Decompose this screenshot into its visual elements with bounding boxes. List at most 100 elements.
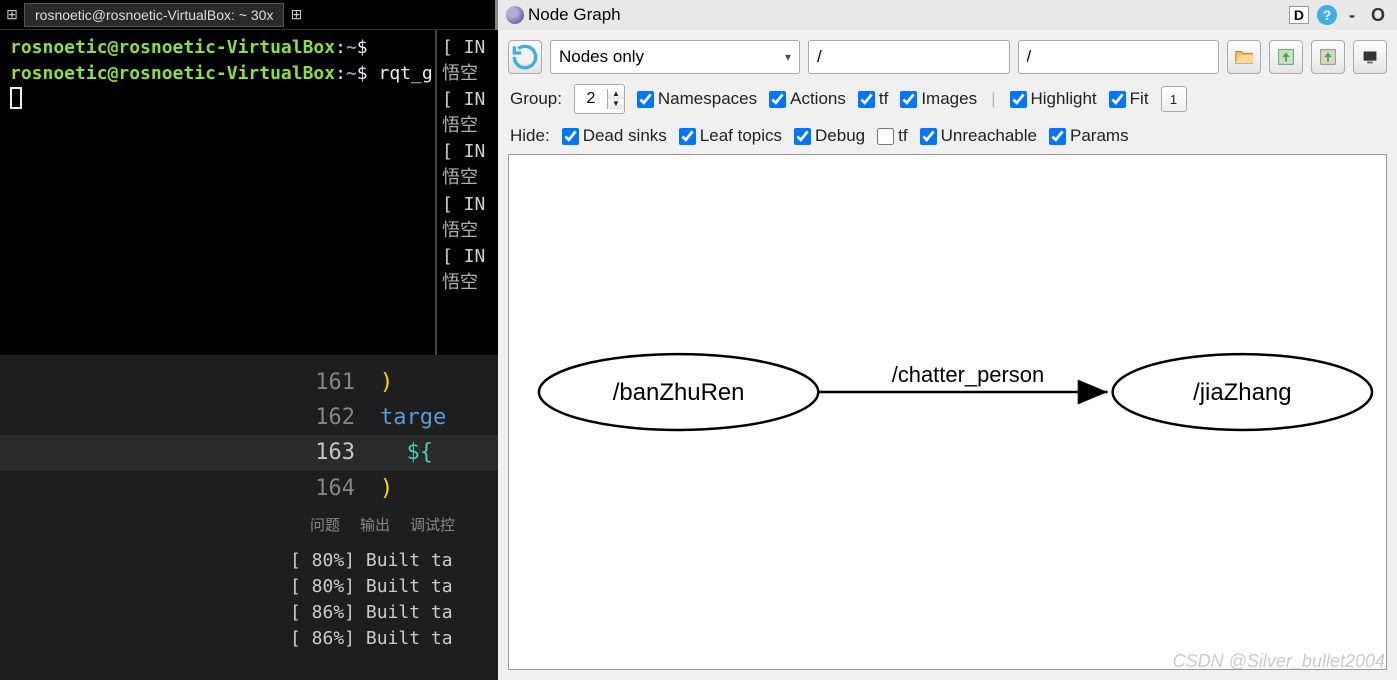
- titlebar[interactable]: Node Graph D ? - O: [498, 0, 1397, 30]
- checkbox-label: Params: [1070, 126, 1129, 146]
- checkbox[interactable]: [900, 91, 917, 108]
- build-line: [ 86%] Built ta: [290, 600, 498, 626]
- log-line: 悟空: [442, 270, 498, 296]
- deadsinks-checkbox[interactable]: Dead sinks: [562, 126, 667, 146]
- minimize-button[interactable]: -: [1345, 5, 1359, 26]
- filter-row-1: Group: ▲ ▼ Namespaces Actions tf Images …: [498, 80, 1397, 122]
- code-token: ${: [380, 435, 433, 470]
- prompt-colon: :: [335, 63, 346, 84]
- node-graph-window: Node Graph D ? - O Nodes only Gro: [498, 0, 1397, 680]
- prompt-user: rosnoetic@rosnoetic-VirtualBox: [10, 37, 335, 58]
- checkbox[interactable]: [1049, 128, 1066, 145]
- group-spinner[interactable]: ▲ ▼: [574, 84, 625, 114]
- split-right-icon[interactable]: ⊞: [284, 3, 308, 27]
- checkbox-label: Namespaces: [658, 89, 757, 109]
- prompt-colon: :: [335, 37, 346, 58]
- checkbox[interactable]: [679, 128, 696, 145]
- build-line: [ 86%] Built ta: [290, 626, 498, 652]
- monitor-icon: [1359, 46, 1381, 68]
- terminal-cursor: [10, 87, 22, 109]
- spinner-down[interactable]: ▼: [608, 99, 624, 109]
- filter-input-1[interactable]: [808, 40, 1010, 74]
- dock-button[interactable]: D: [1289, 6, 1309, 24]
- checkbox-label: Images: [921, 89, 977, 109]
- params-checkbox[interactable]: Params: [1049, 126, 1129, 146]
- editor-line[interactable]: 164 ): [0, 471, 498, 506]
- group-value[interactable]: [575, 86, 607, 112]
- checkbox[interactable]: [877, 128, 894, 145]
- checkbox[interactable]: [562, 128, 579, 145]
- actions-checkbox[interactable]: Actions: [769, 89, 846, 109]
- checkbox[interactable]: [1109, 91, 1126, 108]
- select-value: Nodes only: [559, 47, 644, 67]
- tf-checkbox[interactable]: tf: [858, 89, 888, 109]
- terminal-pane[interactable]: ⊞ rosnoetic@rosnoetic-VirtualBox: ~ 30x …: [0, 0, 498, 355]
- build-output[interactable]: [ 80%] Built ta [ 80%] Built ta [ 86%] B…: [0, 543, 498, 652]
- spinner-buttons: ▲ ▼: [607, 89, 624, 110]
- refresh-icon: [509, 41, 541, 73]
- line-number: 161: [0, 365, 380, 400]
- prompt-dollar: $: [357, 37, 368, 58]
- code-token: ): [380, 365, 393, 400]
- graph-canvas[interactable]: /banZhuRen /jiaZhang /chatter_person: [508, 154, 1387, 670]
- hide-tf-checkbox[interactable]: tf: [877, 126, 907, 146]
- images-checkbox[interactable]: Images: [900, 89, 977, 109]
- panel-tab-debug[interactable]: 调试控: [410, 514, 455, 535]
- refresh-button[interactable]: [508, 40, 542, 74]
- split-left-icon[interactable]: ⊞: [0, 3, 24, 27]
- graph-node-label: /banZhuRen: [613, 379, 745, 406]
- line-number: 164: [0, 471, 380, 506]
- view-mode-select[interactable]: Nodes only: [550, 40, 800, 74]
- line-number: 162: [0, 400, 380, 435]
- log-line: [ IN: [442, 87, 498, 113]
- panel-tab-output[interactable]: 输出: [360, 514, 390, 535]
- restore-button[interactable]: O: [1367, 5, 1389, 26]
- checkbox[interactable]: [858, 91, 875, 108]
- unreachable-checkbox[interactable]: Unreachable: [920, 126, 1037, 146]
- prompt-path: ~: [346, 37, 357, 58]
- spinner-up[interactable]: ▲: [608, 89, 624, 99]
- terminal-tab[interactable]: rosnoetic@rosnoetic-VirtualBox: ~ 30x: [24, 3, 284, 27]
- checkbox-label: tf: [879, 89, 888, 109]
- open-button[interactable]: [1227, 40, 1261, 74]
- highlight-checkbox[interactable]: Highlight: [1010, 89, 1097, 109]
- save-button[interactable]: [1269, 40, 1303, 74]
- namespaces-checkbox[interactable]: Namespaces: [637, 89, 757, 109]
- editor-line[interactable]: 163 ${: [0, 435, 498, 470]
- checkbox[interactable]: [1010, 91, 1027, 108]
- terminal-tab-bar: ⊞ rosnoetic@rosnoetic-VirtualBox: ~ 30x …: [0, 0, 495, 30]
- build-line: [ 80%] Built ta: [290, 574, 498, 600]
- checkbox[interactable]: [769, 91, 786, 108]
- editor-line[interactable]: 161 ): [0, 365, 498, 400]
- checkbox[interactable]: [637, 91, 654, 108]
- checkbox[interactable]: [920, 128, 937, 145]
- panel-tab-problems[interactable]: 问题: [310, 514, 340, 535]
- window-title: Node Graph: [528, 5, 1289, 25]
- graph-node-label: /jiaZhang: [1193, 379, 1291, 406]
- graph-svg: /banZhuRen /jiaZhang /chatter_person: [509, 155, 1386, 669]
- terminal-body[interactable]: rosnoetic@rosnoetic-VirtualBox:~$ rosnoe…: [0, 30, 495, 122]
- log-line: [ IN: [442, 244, 498, 270]
- filter-row-2: Hide: Dead sinks Leaf topics Debug tf Un…: [498, 122, 1397, 154]
- toolbar: Nodes only: [498, 30, 1397, 80]
- editor-line[interactable]: 162 targe: [0, 400, 498, 435]
- log-line: [ IN: [442, 139, 498, 165]
- build-line: [ 80%] Built ta: [290, 548, 498, 574]
- filter-input-2[interactable]: [1018, 40, 1220, 74]
- code-token: targe: [380, 400, 446, 435]
- code-editor[interactable]: 161 ) 162 targe 163 ${ 164 ) 问题 输出 调试控 […: [0, 355, 498, 680]
- log-line: 悟空: [442, 165, 498, 191]
- line-number: 163: [0, 435, 380, 470]
- help-icon[interactable]: ?: [1317, 5, 1337, 25]
- fullscreen-button[interactable]: [1353, 40, 1387, 74]
- fit-checkbox[interactable]: Fit: [1109, 89, 1149, 109]
- debug-checkbox[interactable]: Debug: [794, 126, 865, 146]
- left-panel: ⊞ rosnoetic@rosnoetic-VirtualBox: ~ 30x …: [0, 0, 498, 680]
- leaftopics-checkbox[interactable]: Leaf topics: [679, 126, 782, 146]
- folder-open-icon: [1233, 46, 1255, 68]
- checkbox[interactable]: [794, 128, 811, 145]
- group-label: Group:: [510, 89, 562, 109]
- log-line: [ IN: [442, 35, 498, 61]
- zoom-reset-button[interactable]: 1: [1161, 86, 1187, 112]
- save-image-button[interactable]: [1311, 40, 1345, 74]
